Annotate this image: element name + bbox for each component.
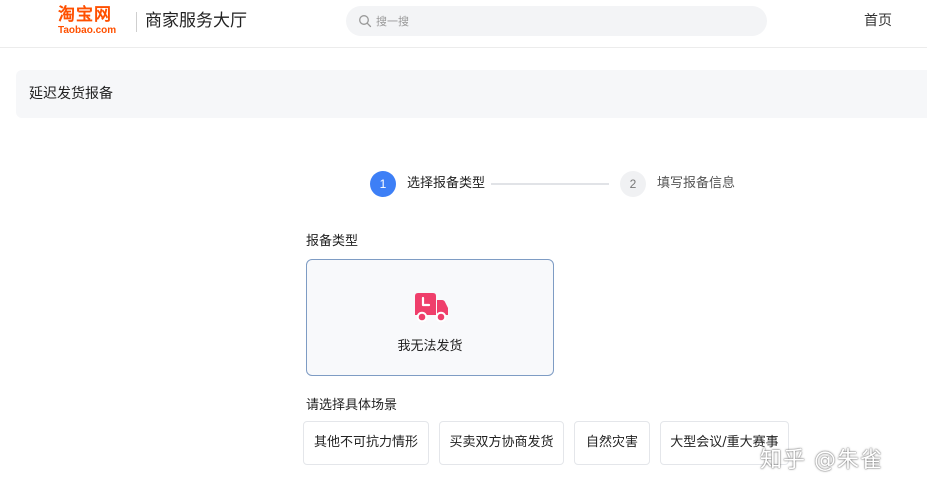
scene-option-mutual-agreement[interactable]: 买卖双方协商发货 xyxy=(439,421,564,465)
site-title: 商家服务大厅 xyxy=(145,11,247,31)
step-connector xyxy=(491,183,609,185)
search-input[interactable] xyxy=(376,6,756,36)
step-2-label: 填写报备信息 xyxy=(657,176,736,191)
step-1: 1 选择报备类型 xyxy=(370,171,490,197)
search-box[interactable] xyxy=(346,6,767,36)
page-title-bar: 延迟发货报备 xyxy=(16,70,927,118)
search-icon xyxy=(359,15,372,28)
step-2-number: 2 xyxy=(620,171,646,197)
report-type-label: 报备类型 xyxy=(306,234,359,249)
delivery-truck-icon xyxy=(415,293,448,323)
scene-label: 请选择具体场景 xyxy=(306,398,398,413)
top-header: 淘宝网 Taobao.com 商家服务大厅 首页 xyxy=(0,0,927,48)
header-divider xyxy=(136,12,137,32)
page-title: 延迟发货报备 xyxy=(29,86,113,102)
step-1-number: 1 xyxy=(370,171,396,197)
step-2: 2 填写报备信息 xyxy=(620,171,740,197)
logo-text-en: Taobao.com xyxy=(58,25,117,36)
scene-option-force-majeure[interactable]: 其他不可抗力情形 xyxy=(303,421,429,465)
taobao-logo[interactable]: 淘宝网 Taobao.com xyxy=(58,6,130,40)
step-1-label: 选择报备类型 xyxy=(407,176,486,191)
type-card-label: 我无法发货 xyxy=(397,339,463,354)
logo-text-cn: 淘宝网 xyxy=(58,5,112,25)
nav-home-link[interactable]: 首页 xyxy=(864,12,892,30)
zhihu-watermark: 知乎 @朱雀 xyxy=(760,448,883,473)
scene-option-natural-disaster[interactable]: 自然灾害 xyxy=(574,421,650,465)
type-card-cannot-ship[interactable]: 我无法发货 xyxy=(306,259,554,376)
